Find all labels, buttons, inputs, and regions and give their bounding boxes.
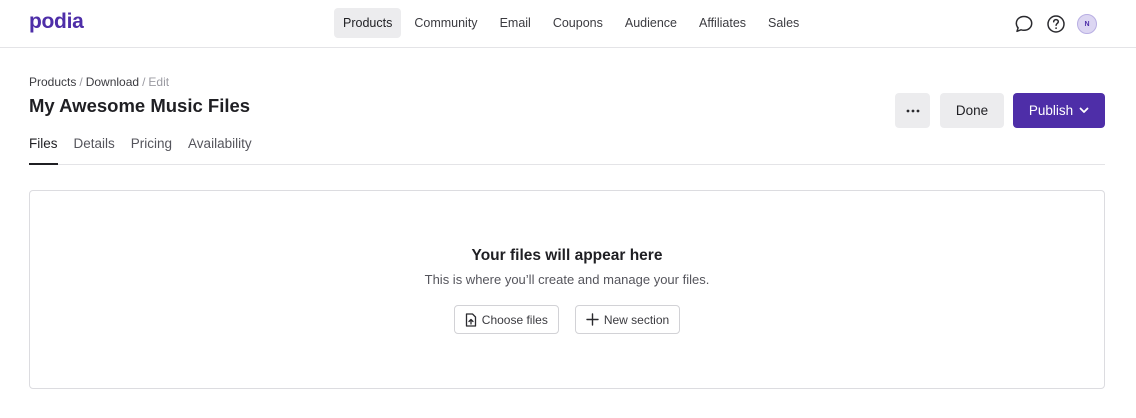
plus-icon: [586, 313, 599, 326]
chevron-down-icon: [1079, 107, 1089, 114]
nav-item-products[interactable]: Products: [334, 8, 402, 38]
tab-files[interactable]: Files: [29, 136, 58, 165]
breadcrumb-separator: /: [142, 75, 146, 89]
tab-availability[interactable]: Availability: [188, 136, 252, 165]
breadcrumb-edit: Edit: [148, 75, 170, 89]
header-actions: Done Publish: [895, 93, 1105, 128]
choose-files-label: Choose files: [481, 312, 548, 327]
main-nav: Products Community Email Coupons Audienc…: [334, 8, 812, 38]
new-section-label: New section: [603, 312, 670, 327]
choose-files-button[interactable]: Choose files: [453, 305, 559, 334]
nav-item-affiliates[interactable]: Affiliates: [690, 8, 755, 38]
breadcrumb-separator: /: [79, 75, 83, 89]
empty-state-actions: Choose files New section: [30, 305, 1104, 334]
nav-item-coupons[interactable]: Coupons: [544, 8, 612, 38]
empty-state-title: Your files will appear here: [471, 247, 663, 264]
done-button[interactable]: Done: [940, 93, 1004, 128]
files-empty-state-panel: Your files will appear here This is wher…: [29, 190, 1105, 389]
publish-button[interactable]: Publish: [1013, 93, 1105, 128]
tab-details[interactable]: Details: [74, 136, 115, 165]
nav-item-audience[interactable]: Audience: [616, 8, 686, 38]
nav-item-community[interactable]: Community: [405, 8, 486, 38]
new-section-button[interactable]: New section: [574, 305, 681, 334]
breadcrumb-products[interactable]: Products: [29, 75, 76, 89]
top-right-icons: N: [1013, 13, 1097, 35]
more-options-button[interactable]: [895, 93, 930, 128]
user-avatar[interactable]: N: [1077, 14, 1097, 34]
podia-logo[interactable]: podia: [29, 10, 84, 34]
publish-button-label: Publish: [1028, 103, 1074, 118]
ellipsis-icon: [906, 109, 919, 112]
nav-item-email[interactable]: Email: [491, 8, 540, 38]
file-upload-icon: [465, 312, 477, 327]
help-icon[interactable]: [1045, 13, 1067, 35]
tab-pricing[interactable]: Pricing: [131, 136, 172, 165]
top-navigation-bar: podia Products Community Email Coupons A…: [0, 0, 1136, 48]
product-tabs: Files Details Pricing Availability: [29, 136, 1105, 165]
empty-state-subtitle: This is where you’ll create and manage y…: [424, 272, 710, 287]
chat-bubble-icon[interactable]: [1013, 13, 1035, 35]
page-title: My Awesome Music Files: [29, 95, 251, 116]
nav-item-sales[interactable]: Sales: [759, 8, 808, 38]
breadcrumb-download[interactable]: Download: [86, 75, 139, 89]
breadcrumb: Products / Download / Edit: [29, 75, 169, 89]
